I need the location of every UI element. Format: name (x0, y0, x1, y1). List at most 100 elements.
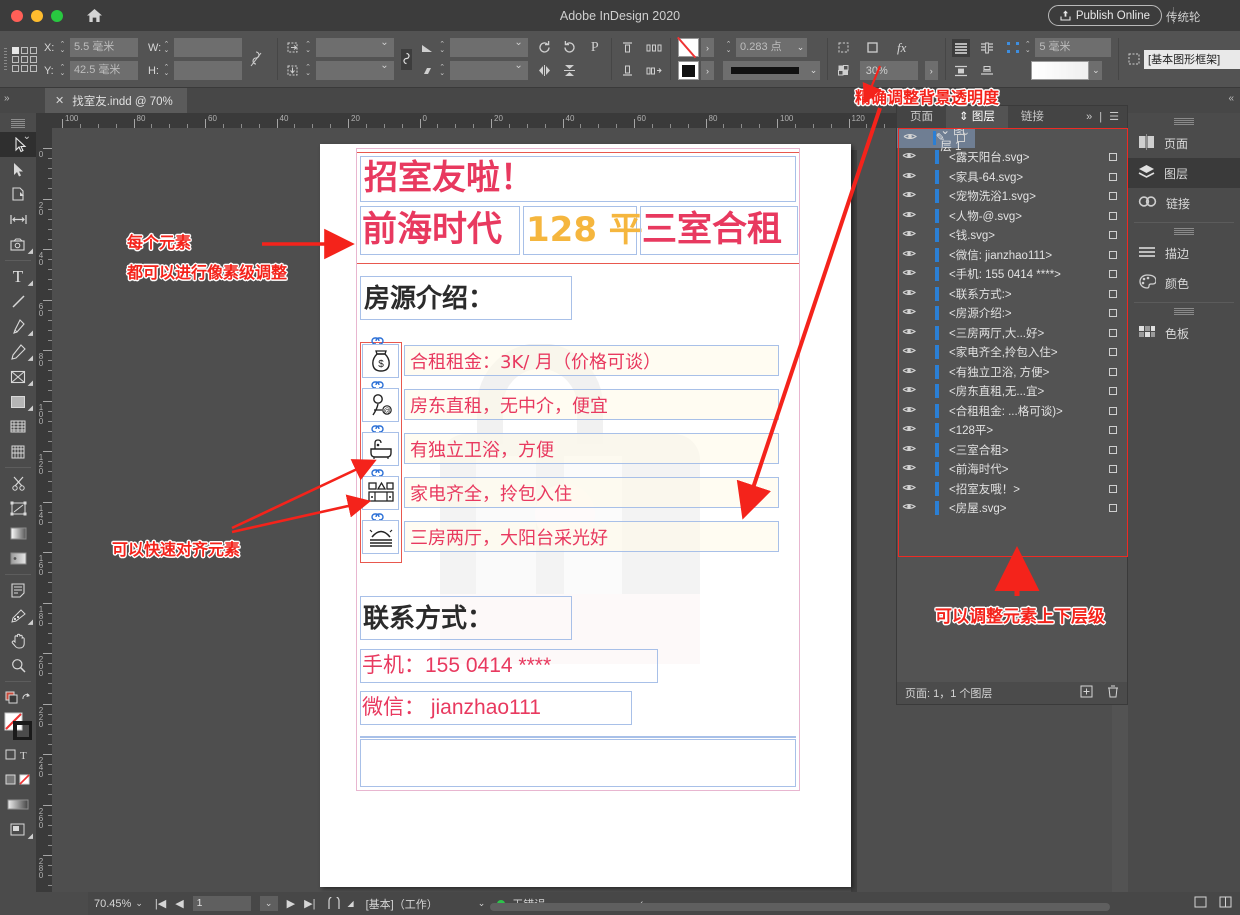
layer-visibility-icon[interactable] (897, 502, 921, 514)
collapse-panels-icon[interactable]: « (1228, 93, 1234, 104)
dock-item-描边[interactable]: 描边 (1128, 238, 1240, 268)
layer-target-icon[interactable] (1109, 387, 1117, 396)
rotate-clockwise-button[interactable] (536, 39, 554, 57)
layer-row[interactable]: <微信: jianzhao111> (897, 245, 1127, 265)
layer-target-icon[interactable] (1109, 270, 1117, 279)
page-number-input[interactable]: 1 (192, 896, 251, 911)
h-stepper[interactable]: ⌃ ⌄ (161, 64, 172, 77)
rectangle-frame-tool[interactable]: ◢ (0, 364, 36, 389)
page-transition-icon[interactable]: ◢ (321, 897, 359, 910)
layer-name[interactable]: <房源介绍:> (949, 305, 1012, 321)
layer-row[interactable]: <招室友哦！> (897, 479, 1127, 499)
layer-target-icon[interactable] (1109, 406, 1117, 415)
align-top-button[interactable] (618, 39, 636, 57)
stroke-style-dropdown[interactable]: ⌄ (807, 61, 821, 80)
tool-submenu-caret[interactable]: ◢ (28, 832, 33, 840)
layer-visibility-icon[interactable] (897, 444, 921, 456)
layer-visibility-icon[interactable] (897, 366, 921, 378)
fill-none-swatch[interactable] (678, 38, 700, 57)
layer-visibility-icon[interactable] (897, 151, 921, 163)
flip-vertical-button[interactable] (561, 62, 579, 80)
layer-name[interactable]: <三房两厅,大...好> (949, 325, 1044, 341)
home-icon[interactable] (83, 5, 105, 27)
layer-visibility-icon[interactable] (897, 385, 921, 397)
stroke-weight-input[interactable]: 0.283 点 (736, 38, 795, 57)
w-stepper[interactable]: ⌃ ⌄ (161, 41, 172, 54)
h-input[interactable] (173, 61, 242, 80)
minimize-window-button[interactable] (31, 9, 43, 22)
layer-target-icon[interactable] (1109, 211, 1117, 220)
layer-name[interactable]: <手机: 155 0414 ****> (949, 266, 1061, 282)
constrain-proportions-wh-icon[interactable] (250, 50, 262, 68)
y-stepper[interactable]: ⌃ ⌄ (57, 64, 68, 77)
layer-target-icon[interactable] (1109, 348, 1117, 357)
layer-visibility-icon[interactable] (897, 229, 921, 241)
layer-name[interactable]: <宠物洗浴1.svg> (949, 188, 1036, 204)
layer-row[interactable]: <家具-64.svg> (897, 167, 1127, 187)
direct-selection-tool[interactable] (0, 157, 36, 182)
layer-target-icon[interactable] (1109, 328, 1117, 337)
stroke-weight-dropdown[interactable]: ⌄ (794, 38, 808, 57)
layer-row[interactable]: <钱.svg> (897, 226, 1127, 246)
screen-mode-button[interactable]: ◢ (0, 817, 36, 842)
fill-swatch-dropdown[interactable]: › (701, 38, 715, 57)
layer-row[interactable]: ⌄ 图层 1 ✎ (897, 128, 975, 153)
dock-group-grip[interactable] (1174, 228, 1194, 235)
close-icon[interactable]: ✕ (55, 94, 64, 107)
rotate-stepper[interactable]: ⌃ ⌄ (437, 41, 448, 54)
layer-target-icon[interactable] (1109, 367, 1117, 376)
align-bottom-button[interactable] (618, 62, 636, 80)
layer-row[interactable]: <露天阳台.svg> (897, 148, 1127, 168)
layer-visibility-icon[interactable] (897, 483, 921, 495)
pen-tool[interactable]: ◢ (0, 314, 36, 339)
scissors-tool[interactable] (0, 471, 36, 496)
zoom-level-value[interactable]: 70.45% (94, 898, 131, 910)
distribute-horizontal-button[interactable] (645, 39, 663, 57)
delete-layer-icon[interactable] (1107, 685, 1119, 701)
layer-name[interactable]: <微信: jianzhao111> (949, 247, 1052, 263)
tool-submenu-caret[interactable]: ◢ (28, 279, 33, 287)
layer-visibility-icon[interactable] (897, 405, 921, 417)
page-list-dropdown[interactable]: ⌄ (259, 896, 278, 911)
stroke-swatch-dropdown[interactable]: › (701, 61, 715, 80)
object-style-icon[interactable] (1126, 50, 1144, 68)
layer-target-icon[interactable] (1109, 289, 1117, 298)
horizontal-scrollbar[interactable] (490, 903, 1110, 911)
layer-row[interactable]: <宠物洗浴1.svg> (897, 187, 1127, 207)
horizontal-grid-frame-tool[interactable] (0, 414, 36, 439)
page-navigation[interactable]: |◀ ◀ 1 ⌄ ▶ ▶| (149, 896, 322, 911)
frame-fitting-icon[interactable] (864, 39, 882, 57)
layer-visibility-icon[interactable] (897, 327, 921, 339)
effects-fx-button[interactable]: fx (893, 39, 911, 57)
layer-visibility-icon[interactable] (897, 210, 921, 222)
rotate-input[interactable] (449, 37, 528, 57)
layer-name[interactable]: <房屋.svg> (949, 500, 1007, 516)
close-window-button[interactable] (11, 9, 23, 22)
layer-name[interactable]: <家电齐全,拎包入住> (949, 344, 1058, 360)
layer-name[interactable]: <钱.svg> (949, 227, 995, 243)
selection-tool[interactable] (0, 131, 36, 157)
stroke-weight-stepper[interactable]: ⌃ ⌄ (723, 41, 734, 54)
layer-row[interactable]: <手机: 155 0414 ****> (897, 265, 1127, 285)
layer-target-icon[interactable] (1109, 153, 1117, 162)
layer-row[interactable]: <合租租金: ...格可谈)> (897, 401, 1127, 421)
workspace-switcher[interactable]: 传统轮 (1166, 9, 1236, 25)
layers-list[interactable]: ⌄ 图层 1✎<露天阳台.svg> <家具-64.svg> <宠物洗浴1.svg> <… (897, 128, 1127, 682)
layer-target-icon[interactable] (1109, 309, 1117, 318)
scale-x-stepper[interactable]: ⌃ ⌄ (303, 41, 314, 54)
document-tab[interactable]: ✕ 找室友.indd @ 70% (45, 88, 187, 113)
pencil-icon[interactable]: ✎ (936, 131, 945, 144)
dock-item-页面[interactable]: 页面 (1128, 128, 1240, 158)
stroke-style-preview[interactable] (723, 61, 808, 80)
dock-item-色板[interactable]: 色板 (1128, 318, 1240, 348)
rotate-counterclockwise-button[interactable] (561, 39, 579, 57)
chevron-down-icon[interactable]: ⌄ (135, 898, 143, 909)
chevron-down-icon[interactable]: ⌄ (478, 898, 486, 909)
layer-row[interactable]: <三房两厅,大...好> (897, 323, 1127, 343)
layer-row[interactable]: <前海时代> (897, 460, 1127, 480)
layer-visibility-icon[interactable] (897, 346, 921, 358)
select-content-icon[interactable] (1004, 39, 1022, 57)
layer-name[interactable]: <人物-@.svg> (949, 208, 1022, 224)
layer-name[interactable]: <128平> (949, 422, 993, 438)
dock-group-grip[interactable] (1174, 308, 1194, 315)
